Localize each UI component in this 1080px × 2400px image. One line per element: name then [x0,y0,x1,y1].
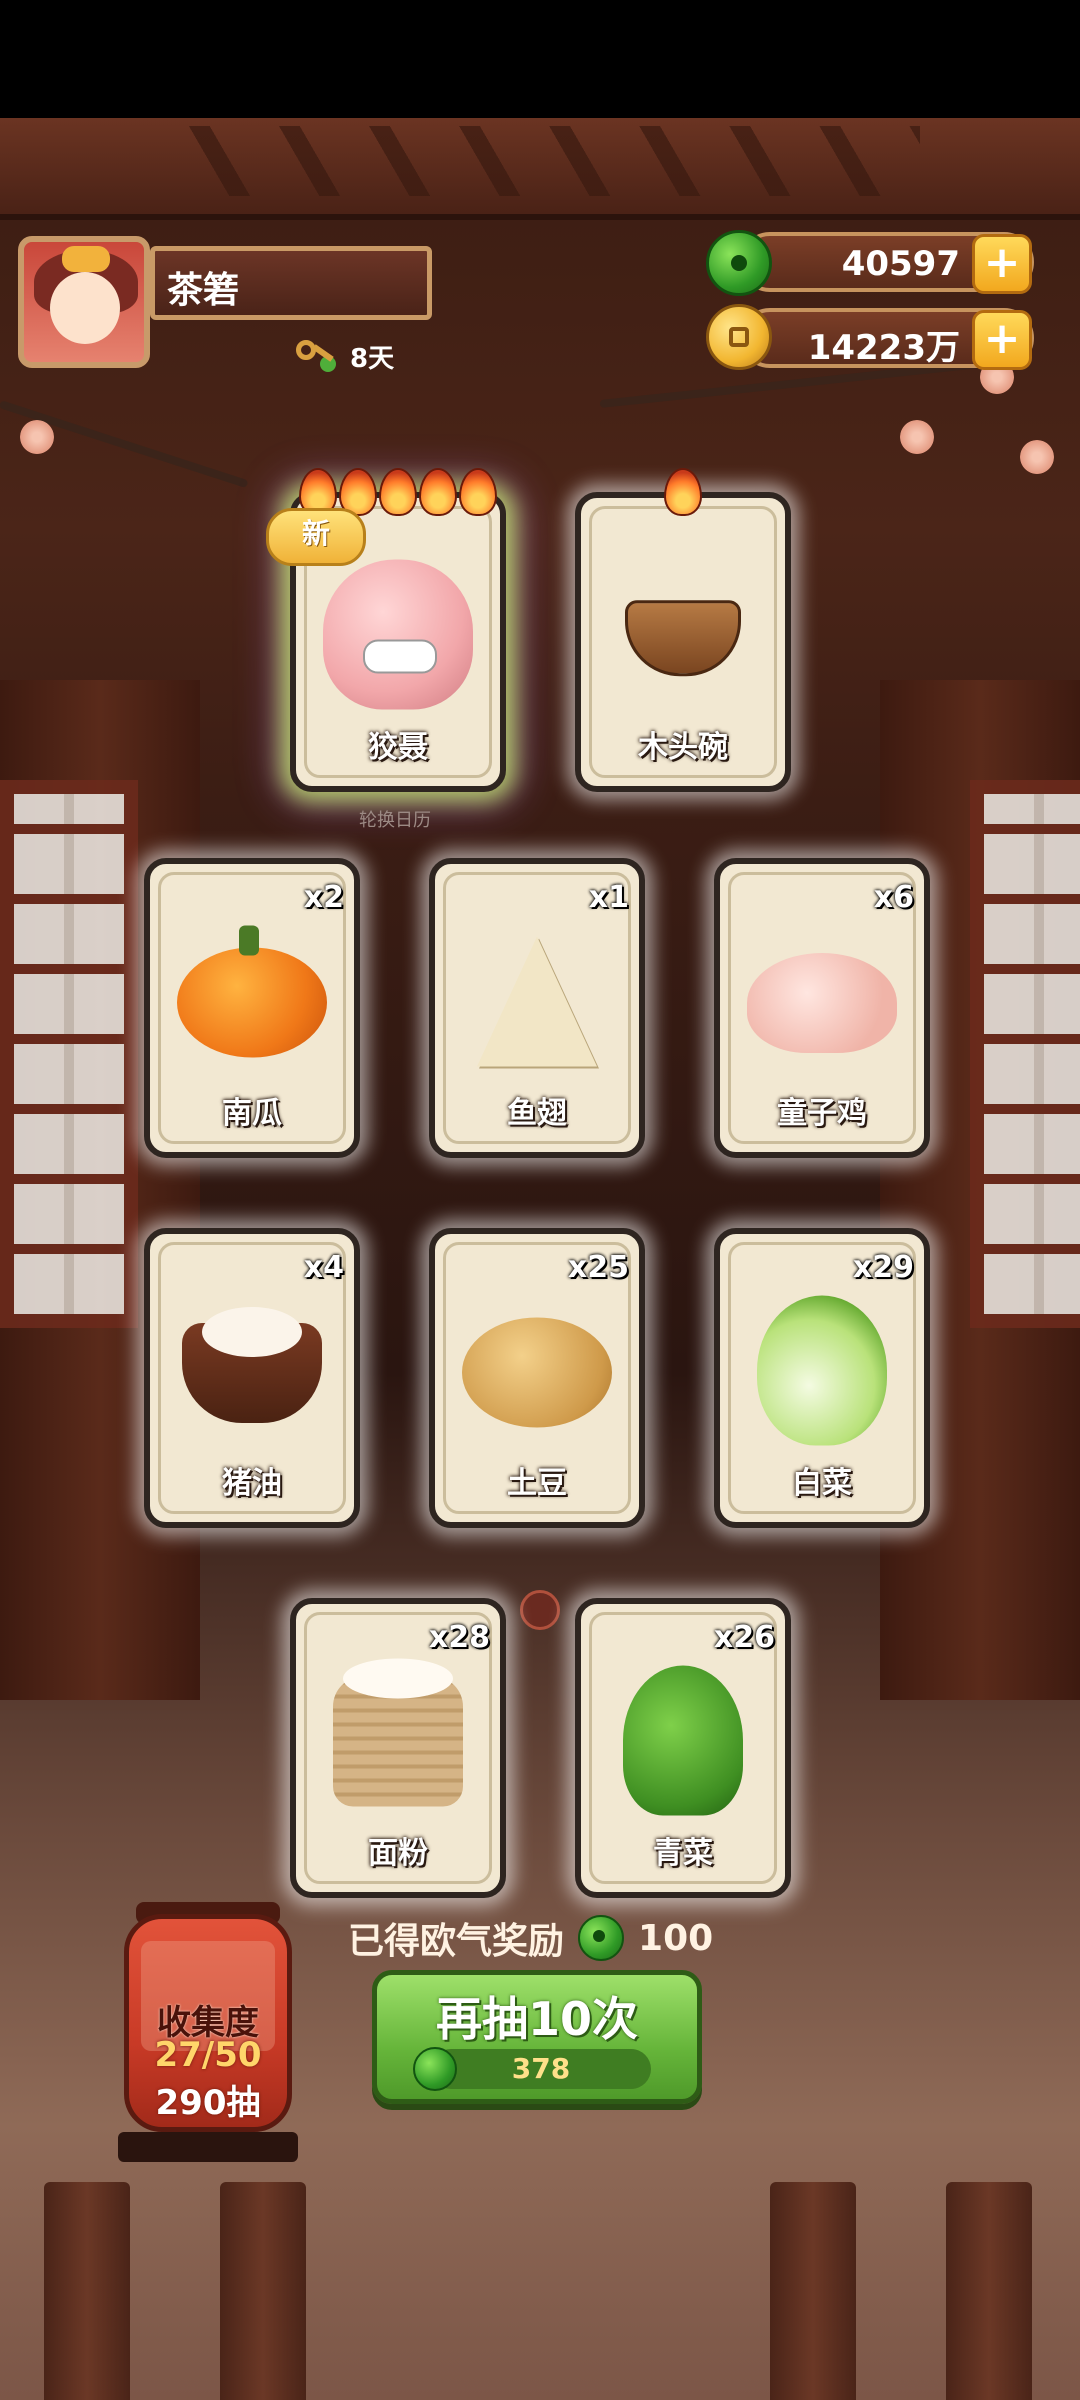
card-label: 面粉 [368,1836,428,1871]
add-jade-button[interactable]: + [972,234,1032,294]
draw-cost-value: 378 [511,2052,571,2085]
collection-draws: 290抽 [155,2083,261,2123]
rarity-flames [581,468,785,520]
blossom [900,420,934,454]
jade-currency-bar: 40597 + [740,232,1034,294]
card-flour[interactable]: x28 面粉 [290,1598,506,1898]
card-quantity: x1 [588,880,629,915]
key-icon [296,336,340,376]
lantern-stand [118,2132,298,2162]
card-greens[interactable]: x26 青菜 [575,1598,791,1898]
creature-icon [323,559,473,710]
card-lard[interactable]: x4 猪油 [144,1228,360,1528]
fence-post [44,2182,130,2400]
shark-fin-icon [477,936,597,1067]
card-label: 猪油 [222,1466,282,1501]
card-chicken[interactable]: x6 童子鸡 [714,858,930,1158]
fence-post [220,2182,306,2400]
card-label: 鱼翅 [507,1096,567,1131]
left-lattice-window [0,780,138,1328]
coin-amount: 14223万 [807,328,960,368]
card-quantity: x4 [303,1250,344,1285]
collection-count: 27/50 [154,2035,262,2075]
roof-beam [0,118,1080,220]
new-badge: 新 [266,508,366,566]
add-coins-button[interactable]: + [972,310,1032,370]
card-label: 童子鸡 [777,1096,867,1131]
fence-post [946,2182,1032,2400]
fence-post [770,2182,856,2400]
card-label: 白菜 [792,1466,852,1501]
luck-reward: 已得欧气奖励 100 [348,1912,713,1964]
login-days: 8天 [296,336,394,376]
compass-ornament-icon [520,1590,560,1630]
card-label: 狡聂 [368,730,428,765]
jade-amount: 40597 [841,244,960,284]
card-quantity: x6 [873,880,914,915]
card-new-creature[interactable]: 新 狡聂 [266,468,506,792]
card-quantity: x26 [713,1620,775,1655]
card-wooden-bowl[interactable]: 木头碗 [575,468,791,792]
player-avatar[interactable] [18,236,150,368]
chicken-icon [747,953,897,1053]
status-bar [0,0,1080,118]
card-label: 土豆 [507,1466,567,1501]
flour-sack-icon [333,1658,463,1807]
name-plate: 茶箬 [150,246,432,320]
rotation-calendar-hint: 轮换日历 [359,810,431,831]
blossom [1020,440,1054,474]
coin-icon [706,304,772,370]
potato-icon [462,1317,612,1428]
card-cabbage[interactable]: x29 白菜 [714,1228,930,1528]
card-label: 木头碗 [638,730,728,765]
card-pumpkin[interactable]: x2 南瓜 [144,858,360,1158]
card-quantity: x29 [852,1250,914,1285]
pumpkin-icon [177,925,327,1058]
jade-icon [413,2047,457,2091]
player-name: 茶箬 [167,270,240,311]
draw-cost: 378 [413,2047,651,2091]
draw-again-label: 再抽10次 [435,1992,638,2046]
reward-text: 已得欧气奖励 [348,1921,565,1962]
card-potato[interactable]: x25 土豆 [429,1228,645,1528]
card-quantity: x25 [567,1250,629,1285]
reward-value: 100 [638,1917,714,1959]
lard-bowl-icon [182,1307,322,1423]
collection-lantern-button[interactable]: 收集度 27/50 290抽 [124,1914,292,2132]
card-label: 青菜 [653,1836,713,1871]
card-quantity: x2 [303,880,344,915]
card-shark-fin[interactable]: x1 鱼翅 [429,858,645,1158]
draw-again-button[interactable]: 再抽10次 378 [372,1970,702,2104]
card-label: 南瓜 [222,1096,282,1131]
coin-currency-bar: 14223万 + [740,308,1034,370]
bok-choy-icon [623,1665,743,1816]
card-quantity: x28 [428,1620,490,1655]
right-lattice-window [970,780,1080,1328]
days-count: 8天 [350,343,395,374]
jade-icon [706,230,772,296]
cabbage-icon [757,1295,887,1446]
wooden-bowl-icon [625,600,741,677]
jade-icon [578,1915,625,1961]
blossom [20,420,54,454]
